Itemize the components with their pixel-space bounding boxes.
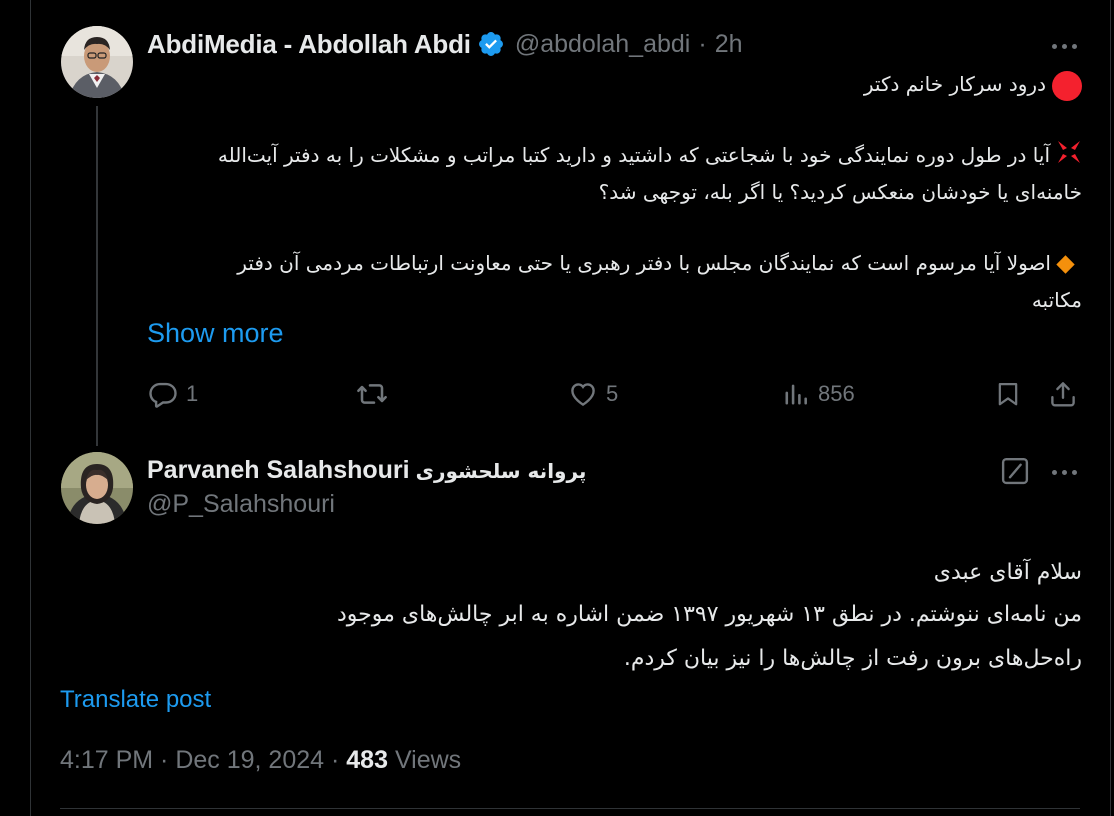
- avatar-salahshouri-image: [61, 452, 133, 524]
- translate-post-link[interactable]: Translate post: [60, 686, 211, 714]
- reply-line-1: سلام آقای عبدی: [933, 560, 1082, 585]
- reply-icon: [149, 382, 177, 408]
- reply-line-3: راه‌حل‌های برون رفت از چالش‌ها را نیز بی…: [623, 646, 1082, 671]
- post-more-options-icon[interactable]: [1046, 38, 1083, 55]
- post-action-bar: 1 5 856: [140, 372, 1090, 416]
- post-time[interactable]: 2h: [715, 30, 743, 59]
- timeline-right-border: [1110, 0, 1111, 816]
- post-line-5-text: مکاتبه: [1031, 288, 1082, 312]
- post-line-2: آیا در طول دوره نمایندگی خود با شجاعتی ک…: [182, 138, 1082, 175]
- views-count: 856: [818, 381, 855, 406]
- views-button[interactable]: 856: [782, 372, 855, 416]
- reply-more-options-icon[interactable]: [1046, 464, 1083, 481]
- reply-views-label: Views: [394, 746, 462, 774]
- repost-icon: [357, 384, 387, 404]
- views-chart-icon: [785, 384, 807, 405]
- avatar-abdi[interactable]: [61, 26, 133, 98]
- bookmark-button[interactable]: [994, 372, 1022, 416]
- post-line-4: اصولا آیا مرسوم است که نمایندگان مجلس با…: [182, 246, 1082, 280]
- like-count: 5: [606, 381, 619, 406]
- anger-icon: [1056, 139, 1082, 175]
- red-circle-icon: [1052, 70, 1082, 101]
- bookmark-icon: [998, 382, 1018, 406]
- reply-views-count: 483: [346, 746, 388, 774]
- thread-connector-line: [96, 106, 98, 446]
- reply-bottom-divider: [60, 808, 1080, 809]
- show-more-link[interactable]: Show more: [147, 318, 284, 349]
- reply-line-2: من نامه‌ای ننوشتم. در نطق ۱۳ شهریور ۱۳۹۷…: [336, 602, 1082, 627]
- reply-author-name[interactable]: Parvaneh Salahshouri پروانه سلحشوری: [147, 456, 586, 485]
- timeline-left-border: [30, 0, 31, 816]
- post-line-1: درود سرکار خانم دکتر: [182, 67, 1082, 101]
- reply-count: 1: [186, 381, 199, 406]
- share-icon: [1051, 382, 1075, 407]
- repost-button[interactable]: [356, 372, 388, 416]
- post-line-2-text: آیا در طول دوره نمایندگی خود با شجاعتی ک…: [217, 143, 1050, 167]
- avatar-salahshouri[interactable]: [61, 452, 133, 524]
- reply-meta: 4:17 PM · Dec 19, 2024 · 483 Views: [60, 746, 461, 775]
- post-line-3-text: خامنه‌ای یا خودشان منعکس کردید؟ یا اگر ب…: [598, 180, 1082, 204]
- reply-author-handle[interactable]: @P_Salahshouri: [147, 490, 335, 519]
- post-line-4-text: اصولا آیا مرسوم است که نمایندگان مجلس با…: [237, 251, 1051, 275]
- post-line-1-text: درود سرکار خانم دکتر: [863, 72, 1046, 96]
- verified-badge-icon: [477, 30, 505, 58]
- header-separator: ·: [698, 29, 707, 58]
- heart-icon: [571, 383, 595, 407]
- reply-button[interactable]: 1: [148, 372, 198, 416]
- like-button[interactable]: 5: [568, 372, 618, 416]
- reply-timestamp[interactable]: 4:17 PM · Dec 19, 2024 ·: [60, 746, 339, 774]
- post-author-handle[interactable]: @abdolah_abdi: [515, 30, 691, 59]
- reply-header: Parvaneh Salahshouri پروانه سلحشوری: [147, 452, 586, 488]
- post-line-3: خامنه‌ای یا خودشان منعکس کردید؟ یا اگر ب…: [182, 175, 1082, 209]
- post-author-name[interactable]: AbdiMedia - Abdollah Abdi: [147, 29, 471, 60]
- post-line-5: مکاتبه: [182, 283, 1082, 317]
- reply-author-name-persian: پروانه سلحشوری: [415, 458, 587, 483]
- share-button[interactable]: [1048, 372, 1078, 416]
- orange-diamond-icon: [1056, 255, 1075, 274]
- avatar-abdi-image: [61, 26, 133, 98]
- reply-author-name-latin: Parvaneh Salahshouri: [147, 455, 410, 484]
- grok-edit-icon[interactable]: [1000, 456, 1030, 491]
- post-header: AbdiMedia - Abdollah Abdi @abdolah_abdi …: [147, 26, 743, 62]
